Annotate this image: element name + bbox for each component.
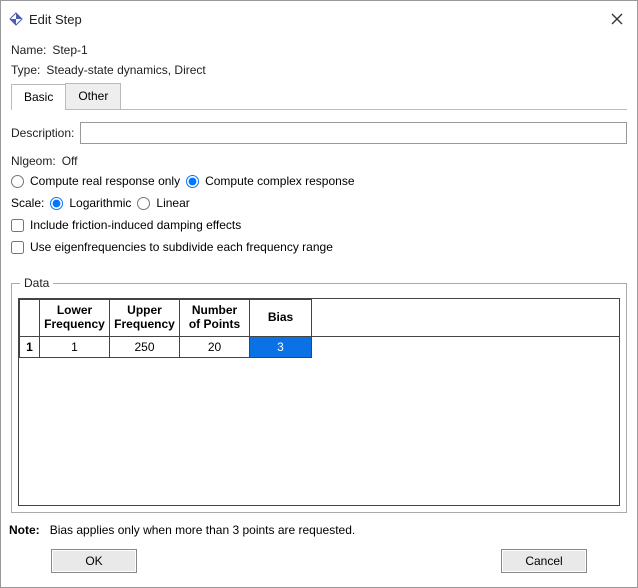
td-rownum: 1 — [20, 336, 40, 357]
description-input[interactable] — [80, 122, 627, 144]
radio-complex-response[interactable] — [186, 175, 199, 188]
cancel-button[interactable]: Cancel — [501, 549, 587, 573]
th-number-of-points: Numberof Points — [180, 300, 250, 337]
tab-basic[interactable]: Basic — [11, 84, 66, 110]
data-legend: Data — [20, 276, 53, 290]
titlebar: Edit Step — [1, 1, 637, 37]
th-bias: Bias — [250, 300, 312, 337]
scale-row: Scale: Logarithmic Linear — [11, 196, 627, 210]
radio-real-response-label: Compute real response only — [30, 174, 180, 188]
radio-real-response[interactable] — [11, 175, 24, 188]
table-row[interactable]: 1 1 250 20 3 — [20, 336, 620, 357]
note-label: Note: — [9, 523, 40, 537]
app-icon — [9, 12, 23, 26]
data-fieldset: Data LowerFrequency UpperFrequency Numbe… — [11, 276, 627, 513]
ok-button[interactable]: OK — [51, 549, 137, 573]
button-bar: OK Cancel — [1, 549, 637, 587]
checkbox-friction-damping-label: Include friction-induced damping effects — [30, 218, 241, 232]
td-bias[interactable]: 3 — [250, 336, 312, 357]
note-text: Bias applies only when more than 3 point… — [50, 523, 356, 537]
th-lower-frequency: LowerFrequency — [40, 300, 110, 337]
nlgeom-label: Nlgeom: — [11, 154, 56, 168]
nlgeom-value: Off — [62, 154, 78, 168]
th-upper-frequency: UpperFrequency — [110, 300, 180, 337]
name-label: Name: — [11, 43, 46, 57]
friction-row: Include friction-induced damping effects — [11, 218, 627, 232]
td-upper-frequency[interactable]: 250 — [110, 336, 180, 357]
description-row: Description: — [11, 122, 627, 144]
response-row: Compute real response only Compute compl… — [11, 174, 627, 188]
checkbox-friction-damping[interactable] — [11, 219, 24, 232]
name-value: Step-1 — [52, 43, 87, 57]
radio-complex-response-label: Compute complex response — [205, 174, 354, 188]
td-number-of-points[interactable]: 20 — [180, 336, 250, 357]
radio-linear[interactable] — [137, 197, 150, 210]
tabs: Basic Other — [11, 83, 627, 110]
type-label: Type: — [11, 63, 40, 77]
description-label: Description: — [11, 126, 74, 140]
radio-logarithmic[interactable] — [50, 197, 63, 210]
note-row: Note: Bias applies only when more than 3… — [1, 513, 637, 549]
radio-linear-label: Linear — [156, 196, 189, 210]
name-row: Name: Step-1 — [11, 43, 627, 57]
data-table-wrap: LowerFrequency UpperFrequency Numberof P… — [18, 298, 620, 506]
checkbox-eigenfrequencies[interactable] — [11, 241, 24, 254]
eigen-row: Use eigenfrequencies to subdivide each f… — [11, 240, 627, 254]
th-rownum — [20, 300, 40, 337]
data-table[interactable]: LowerFrequency UpperFrequency Numberof P… — [19, 299, 619, 497]
td-lower-frequency[interactable]: 1 — [40, 336, 110, 357]
td-spacer — [312, 336, 620, 357]
type-value: Steady-state dynamics, Direct — [46, 63, 205, 77]
nlgeom-row: Nlgeom: Off — [11, 154, 627, 168]
close-button[interactable] — [605, 7, 629, 31]
radio-logarithmic-label: Logarithmic — [69, 196, 131, 210]
scale-label: Scale: — [11, 196, 44, 210]
type-row: Type: Steady-state dynamics, Direct — [11, 63, 627, 77]
tab-other[interactable]: Other — [65, 83, 121, 109]
window-title: Edit Step — [29, 12, 605, 27]
checkbox-eigenfrequencies-label: Use eigenfrequencies to subdivide each f… — [30, 240, 333, 254]
th-spacer — [312, 300, 620, 337]
table-header-row: LowerFrequency UpperFrequency Numberof P… — [20, 300, 620, 337]
